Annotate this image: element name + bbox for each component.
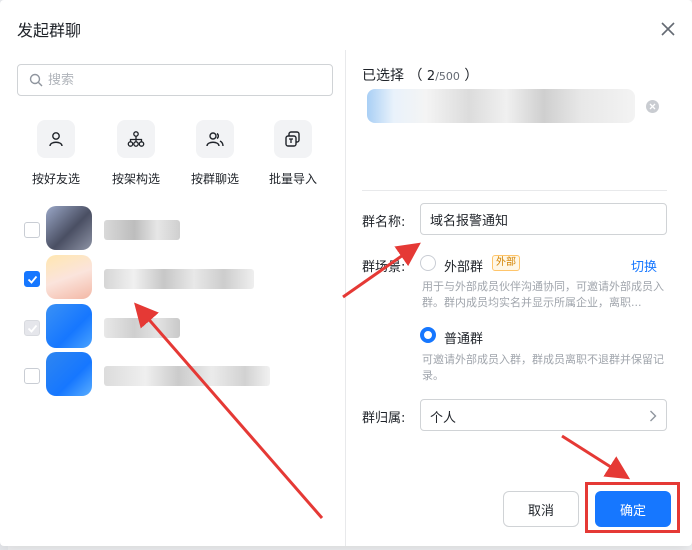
chevron-right-icon: [650, 410, 657, 422]
selected-max: /500: [435, 70, 460, 83]
group-icon: [196, 120, 234, 158]
search-input[interactable]: [48, 67, 318, 93]
blurred-name: [104, 220, 180, 240]
quick-select-friends[interactable]: 按好友选: [21, 120, 91, 190]
list-item[interactable]: [24, 352, 334, 400]
blurred-name: [104, 318, 180, 338]
quick-select-groups[interactable]: 按群聊选: [180, 120, 250, 190]
external-group-label: 外部群: [444, 260, 484, 275]
selected-label-text: 已选择: [362, 68, 404, 84]
radio-normal-group[interactable]: [420, 327, 436, 343]
group-owner-label: 群归属:: [362, 411, 406, 426]
person-icon: [37, 120, 75, 158]
org-structure-icon: [117, 120, 155, 158]
blurred-name: [104, 269, 254, 289]
external-group-description: 用于与外部成员伙伴沟通协同，可邀请外部成员入群。群内成员均实名并显示所属企业，离…: [422, 280, 664, 309]
group-name-input[interactable]: [420, 203, 667, 235]
selected-members-chips: [367, 89, 635, 123]
avatar: [46, 206, 92, 250]
selected-label: 已选择 （ 2/500 ）: [362, 68, 479, 84]
avatar: [46, 352, 92, 396]
quick-batch-import[interactable]: 批量导入: [258, 120, 328, 190]
create-group-dialog: 发起群聊 按好友选 按架构选 按群聊选 批量导入: [0, 0, 692, 546]
blurred-name: [104, 366, 270, 386]
switch-link[interactable]: 切换: [631, 256, 657, 275]
avatar: [46, 255, 92, 299]
radio-external-group[interactable]: [420, 255, 436, 271]
row-checkbox: [24, 320, 40, 336]
search-icon: [29, 73, 43, 87]
quick-batch-import-label: 批量导入: [268, 172, 317, 186]
list-item[interactable]: [24, 255, 334, 303]
group-name-label: 群名称:: [362, 215, 406, 230]
pane-divider: [345, 50, 346, 546]
cancel-button[interactable]: 取消: [503, 491, 579, 527]
section-divider: [362, 190, 667, 191]
list-item[interactable]: [24, 206, 334, 254]
normal-group-description: 可邀请外部成员入群，群成员离职不退群并保留记录。: [422, 353, 664, 382]
list-item[interactable]: [24, 304, 334, 352]
import-icon: [274, 120, 312, 158]
quick-select-groups-label: 按群聊选: [190, 172, 239, 186]
row-checkbox[interactable]: [24, 271, 40, 287]
clear-selection-icon[interactable]: [646, 100, 659, 113]
row-checkbox[interactable]: [24, 222, 40, 238]
close-icon[interactable]: [658, 19, 678, 39]
group-owner-select[interactable]: 个人: [420, 399, 667, 431]
row-checkbox[interactable]: [24, 368, 40, 384]
selected-count: 2: [426, 69, 436, 84]
dialog-title: 发起群聊: [17, 21, 82, 40]
confirm-button[interactable]: 确定: [595, 491, 671, 527]
quick-select-structure-label: 按架构选: [111, 172, 160, 186]
external-tag-badge: 外部: [492, 255, 520, 271]
search-box[interactable]: [17, 64, 333, 96]
avatar: [46, 304, 92, 348]
quick-select-friends-label: 按好友选: [31, 172, 80, 186]
group-scene-label: 群场景:: [362, 260, 406, 275]
quick-select-structure[interactable]: 按架构选: [101, 120, 171, 190]
normal-group-label: 普通群: [444, 332, 484, 347]
group-owner-value: 个人: [430, 411, 457, 426]
